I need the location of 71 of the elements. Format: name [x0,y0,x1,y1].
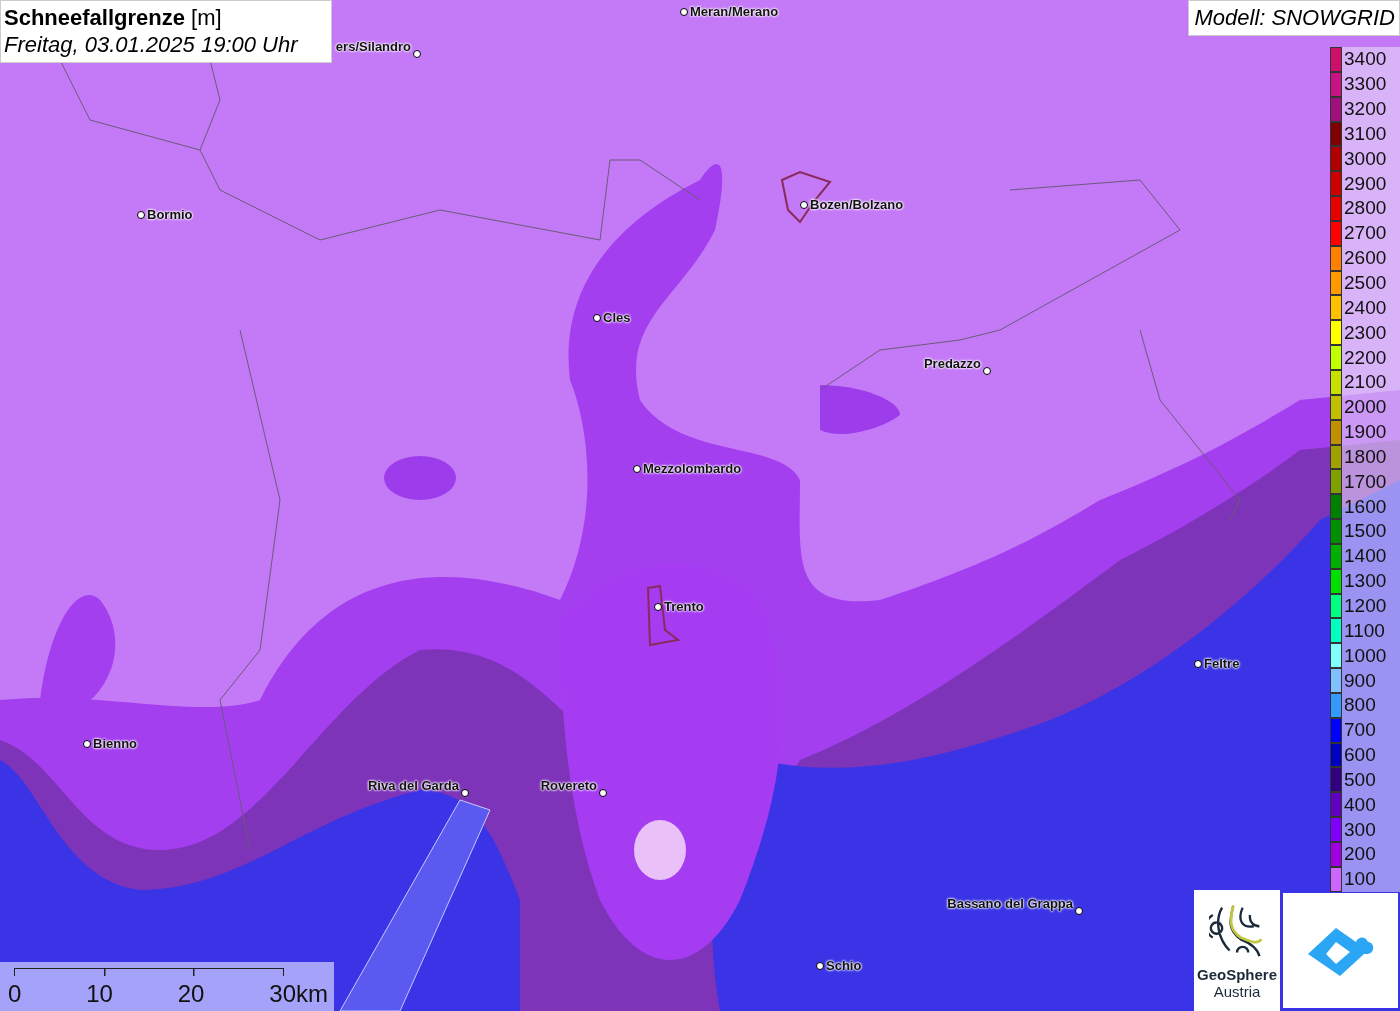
legend-label: 1300 [1344,570,1387,593]
legend-label: 3100 [1344,122,1387,145]
legend-label: 1800 [1344,445,1387,468]
legend-label: 200 [1344,843,1376,866]
city-dot-icon [1194,660,1202,668]
legend-label: 1700 [1344,470,1387,493]
city-dot-icon [983,367,991,375]
legend-label: 3300 [1344,73,1387,96]
legend-label: 800 [1344,694,1376,717]
legend-label: 1600 [1344,495,1387,518]
legend-label: 2500 [1344,272,1387,294]
city-dot-icon [680,8,688,16]
city-dot-icon [83,740,91,748]
place-label: Bienno [93,736,138,752]
city-dot-icon [800,201,808,209]
legend-label: 1500 [1344,520,1387,543]
place-label: Trento [664,599,704,615]
city-dot-icon [633,465,641,473]
legend-label: 700 [1344,719,1376,742]
place-label: Predazzo [923,356,981,372]
place-label: Cles [603,310,631,326]
city-dot-icon [816,962,824,970]
legend-label: 2200 [1344,346,1387,369]
legend-label: 900 [1344,669,1376,692]
place-label: Bassano del Grappa [947,896,1073,912]
legend-label: 1000 [1344,644,1387,667]
legend-label: 300 [1344,818,1376,841]
city-dot-icon [461,789,469,797]
legend-label: 2400 [1344,296,1387,319]
city-dot-icon [1075,907,1083,915]
scale-tick-label: 0 [8,980,22,1008]
legend-label: 600 [1344,744,1376,767]
place-label: Rovereto [540,778,597,794]
legend-label: 2900 [1344,172,1387,195]
legend-label: 500 [1344,768,1376,791]
legend-label: 400 [1344,793,1376,816]
legend-label: 2300 [1344,321,1387,344]
legend-label: 100 [1344,868,1376,891]
place-label: Riva del Garda [367,778,459,794]
place-label: Mezzolombardo [643,461,742,477]
city-dot-icon [593,314,601,322]
city-dot-icon [654,603,662,611]
legend-label: 1100 [1344,619,1385,642]
legend-label: 2000 [1344,396,1387,419]
logo-subtitle: Austria [1213,983,1261,1000]
place-label: ers/Silandro [335,39,411,55]
legend-label: 1900 [1344,421,1387,444]
city-dot-icon [599,789,607,797]
legend-label: 1400 [1344,545,1387,568]
city-dot-icon [413,50,421,58]
legend-label: 2600 [1344,247,1387,270]
map-title: Schneefallgrenze [m] [4,5,223,31]
legend-label: 2100 [1344,371,1387,394]
legend-label: 1200 [1344,595,1387,617]
model-label: Modell: SNOWGRID [1187,0,1400,36]
legend-label: 2700 [1344,222,1387,245]
place-label: Meran/Merano [690,4,779,20]
city-dot-icon [137,211,145,219]
scale-tick-label: 30km [269,980,328,1008]
scale-tick-label: 10 [86,980,113,1008]
forecast-time: Freitag, 03.01.2025 19:00 Uhr [4,31,300,59]
scale-tick-label: 20 [177,980,205,1008]
legend-label: 3000 [1344,147,1387,170]
legend-label: 2800 [1344,197,1387,220]
legend-label: 3200 [1344,98,1387,121]
place-label: Bozen/Bolzano [810,197,904,213]
place-label: Bormio [147,207,193,223]
logo-name: GeoSphere [1197,966,1277,983]
place-label: Schio [826,958,862,974]
legend-label: 3400 [1344,48,1387,71]
place-label: Feltre [1204,656,1240,672]
